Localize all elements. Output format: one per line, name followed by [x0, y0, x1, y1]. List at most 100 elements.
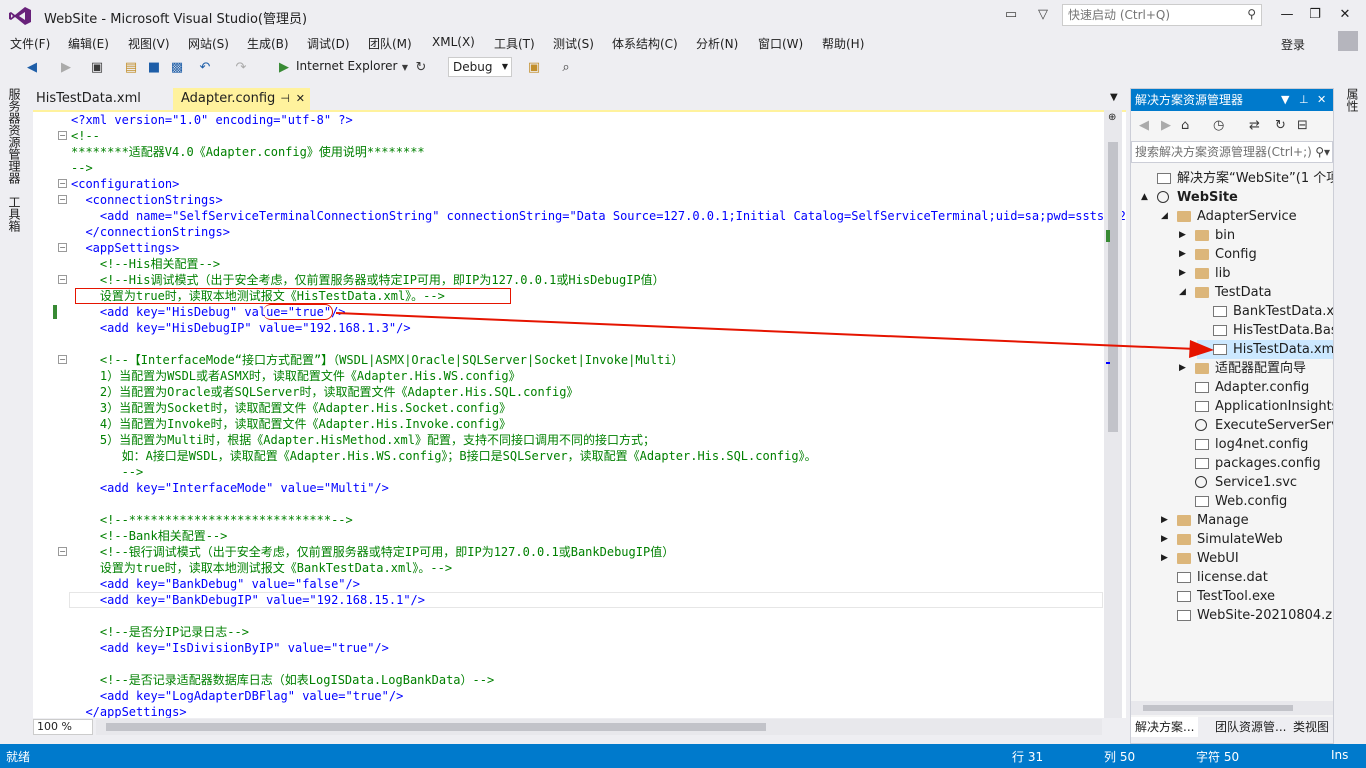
code-lines[interactable]: <?xml version="1.0" encoding="utf-8" ?> <…	[71, 112, 1126, 718]
expand-arrow-icon[interactable]: ▶	[1179, 226, 1189, 245]
forward-icon[interactable]: ▶	[58, 59, 74, 77]
scrollbar-thumb[interactable]	[1108, 142, 1118, 432]
quick-launch[interactable]: ⚲	[1062, 4, 1262, 26]
code-line[interactable]: <configuration>	[71, 176, 179, 192]
menu-window[interactable]: 窗口(W)	[758, 35, 803, 52]
undo-icon[interactable]: ↶	[196, 59, 214, 77]
tab-class-view[interactable]: 类视图	[1289, 717, 1333, 737]
tree-item[interactable]: HisTestData.Base	[1197, 321, 1333, 340]
editor-vertical-scrollbar[interactable]: ⊕	[1104, 110, 1122, 718]
tree-item[interactable]: packages.config	[1179, 454, 1333, 473]
code-line[interactable]: <add key="HisDebugIP" value="192.168.1.3…	[71, 320, 411, 336]
code-line[interactable]: -->	[71, 464, 144, 480]
expand-arrow-icon[interactable]: ▶	[1161, 530, 1171, 549]
code-line[interactable]: -->	[71, 160, 93, 176]
expand-arrow-icon[interactable]: ◢	[1161, 207, 1171, 226]
chevron-down-icon[interactable]: ▼	[400, 59, 410, 77]
code-line[interactable]: <add name="SelfServiceTerminalConnection…	[71, 208, 1126, 224]
tree-item[interactable]: Service1.svc	[1179, 473, 1333, 492]
open-file-icon[interactable]: ▤	[122, 59, 140, 77]
code-line[interactable]: <!--银行调试模式（出于安全考虑，仅前置服务器或特定IP可用，即IP为127.…	[71, 544, 674, 560]
redo-icon[interactable]: ↷	[232, 59, 250, 77]
expand-arrow-icon[interactable]: ▲	[1141, 188, 1151, 207]
menu-view[interactable]: 视图(V)	[128, 35, 170, 52]
expand-arrow-icon[interactable]: ◢	[1179, 283, 1189, 302]
code-line[interactable]: 设置为true时，读取本地测试报文《BankTestData.xml》。-->	[71, 560, 452, 576]
code-line[interactable]: <add key="IsDivisionByIP" value="true"/>	[71, 640, 389, 656]
editor-horizontal-scrollbar[interactable]	[96, 719, 1102, 735]
scrollbar-thumb[interactable]	[106, 723, 766, 731]
tree-item[interactable]: WebSite-20210804.zip	[1161, 606, 1333, 625]
code-line[interactable]: <add key="InterfaceMode" value="Multi"/>	[71, 480, 389, 496]
pin-icon[interactable]: ⊥	[1299, 89, 1309, 111]
browser-link-icon[interactable]: ⌕	[556, 59, 576, 77]
filter-icon[interactable]: ▽	[1034, 6, 1052, 24]
code-line[interactable]: <!--【InterfaceMode“接口方式配置”】（WSDL|ASMX|Or…	[71, 352, 684, 368]
fold-toggle-icon[interactable]: −	[58, 275, 67, 284]
code-line[interactable]: <!--****************************-->	[71, 512, 353, 528]
home-icon[interactable]: ⌂	[1181, 118, 1189, 133]
code-line[interactable]: ********适配器V4.0《Adapter.config》使用说明*****…	[71, 144, 425, 160]
code-line[interactable]: <!--是否记录适配器数据库日志（如表LogISData.LogBankData…	[71, 672, 494, 688]
menu-analyze[interactable]: 分析(N)	[696, 35, 738, 52]
tree-item[interactable]: ▶ lib	[1179, 264, 1333, 283]
tree-item[interactable]: HisTestData.xml	[1197, 340, 1333, 359]
refresh-icon[interactable]: ↻	[412, 59, 430, 77]
avatar[interactable]	[1338, 31, 1358, 51]
find-in-files-icon[interactable]: ▣	[524, 59, 544, 77]
close-icon[interactable]: ✕	[1317, 89, 1326, 111]
code-line[interactable]: <add key="BankDebug" value="false"/>	[71, 576, 360, 592]
tree-item[interactable]: 解决方案“WebSite”(1 个项目)	[1141, 169, 1333, 188]
tree-item[interactable]: ▶ Config	[1179, 245, 1333, 264]
expand-arrow-icon[interactable]: ▶	[1161, 549, 1171, 568]
fold-toggle-icon[interactable]: −	[58, 195, 67, 204]
tab-solution-explorer[interactable]: 解决方案...	[1131, 717, 1199, 737]
solution-search-input[interactable]: 搜索解决方案资源管理器(Ctrl+;) ⚲▾	[1131, 141, 1333, 163]
code-line[interactable]: 3）当配置为Socket时，读取配置文件《Adapter.His.Socket.…	[71, 400, 511, 416]
sign-in-link[interactable]: 登录	[1281, 36, 1305, 53]
code-line[interactable]: 如：A接口是WSDL，读取配置《Adapter.His.WS.config》；B…	[71, 448, 817, 464]
fold-toggle-icon[interactable]: −	[58, 179, 67, 188]
menu-build[interactable]: 生成(B)	[247, 35, 289, 52]
tree-item[interactable]: ▲ WebSite	[1141, 188, 1333, 207]
fold-toggle-icon[interactable]: −	[58, 355, 67, 364]
code-line[interactable]: <appSettings>	[71, 240, 179, 256]
minimize-button[interactable]: —	[1274, 4, 1300, 26]
tree-item[interactable]: Adapter.config	[1179, 378, 1333, 397]
run-target-label[interactable]: Internet Explorer	[296, 59, 397, 73]
tab-adapter-config[interactable]: Adapter.config ⊣ ✕	[173, 88, 310, 110]
menu-website[interactable]: 网站(S)	[188, 35, 229, 52]
close-icon[interactable]: ✕	[296, 88, 305, 110]
forward-icon[interactable]: ▶	[1161, 118, 1171, 133]
menu-xml[interactable]: XML(X)	[432, 35, 475, 49]
code-line[interactable]: <connectionStrings>	[71, 192, 222, 208]
tree-item[interactable]: ▶ WebUI	[1161, 549, 1333, 568]
tree-item[interactable]: ExecuteServerService	[1179, 416, 1333, 435]
tree-item[interactable]: ◢ AdapterService	[1161, 207, 1333, 226]
menu-team[interactable]: 团队(M)	[368, 35, 412, 52]
feedback-icon[interactable]: ▭	[1002, 6, 1020, 24]
tree-item[interactable]: BankTestData.xml	[1197, 302, 1333, 321]
save-icon[interactable]: ■	[146, 59, 162, 77]
tab-team-explorer[interactable]: 团队资源管...	[1211, 717, 1290, 737]
menu-help[interactable]: 帮助(H)	[822, 35, 864, 52]
menu-test[interactable]: 测试(S)	[553, 35, 594, 52]
solution-configuration-select[interactable]: Debug ▼	[448, 57, 512, 77]
tab-overflow-dropdown[interactable]: ▼	[1110, 92, 1118, 103]
refresh-icon[interactable]: ↻	[1275, 118, 1286, 133]
fold-toggle-icon[interactable]: −	[58, 243, 67, 252]
menu-architecture[interactable]: 体系结构(C)	[612, 35, 678, 52]
server-explorer-tab[interactable]: 服务器资源管理器	[6, 88, 23, 184]
code-line[interactable]: <!--His相关配置-->	[71, 256, 220, 272]
code-line[interactable]: 2）当配置为Oracle或者SQLServer时，读取配置文件《Adapter.…	[71, 384, 579, 400]
quick-launch-input[interactable]	[1063, 5, 1233, 25]
chevron-down-icon[interactable]: ▼	[1281, 89, 1289, 111]
menu-tools[interactable]: 工具(T)	[494, 35, 535, 52]
menu-debug[interactable]: 调试(D)	[307, 35, 350, 52]
fold-toggle-icon[interactable]: −	[58, 131, 67, 140]
code-line[interactable]: 1）当配置为WSDL或者ASMX时，读取配置文件《Adapter.His.WS.…	[71, 368, 521, 384]
code-line[interactable]: <!--是否分IP记录日志-->	[71, 624, 249, 640]
zoom-select[interactable]: 100 %	[33, 719, 93, 735]
pin-icon[interactable]: ⊣	[280, 88, 290, 110]
code-line[interactable]: <?xml version="1.0" encoding="utf-8" ?>	[71, 112, 353, 128]
